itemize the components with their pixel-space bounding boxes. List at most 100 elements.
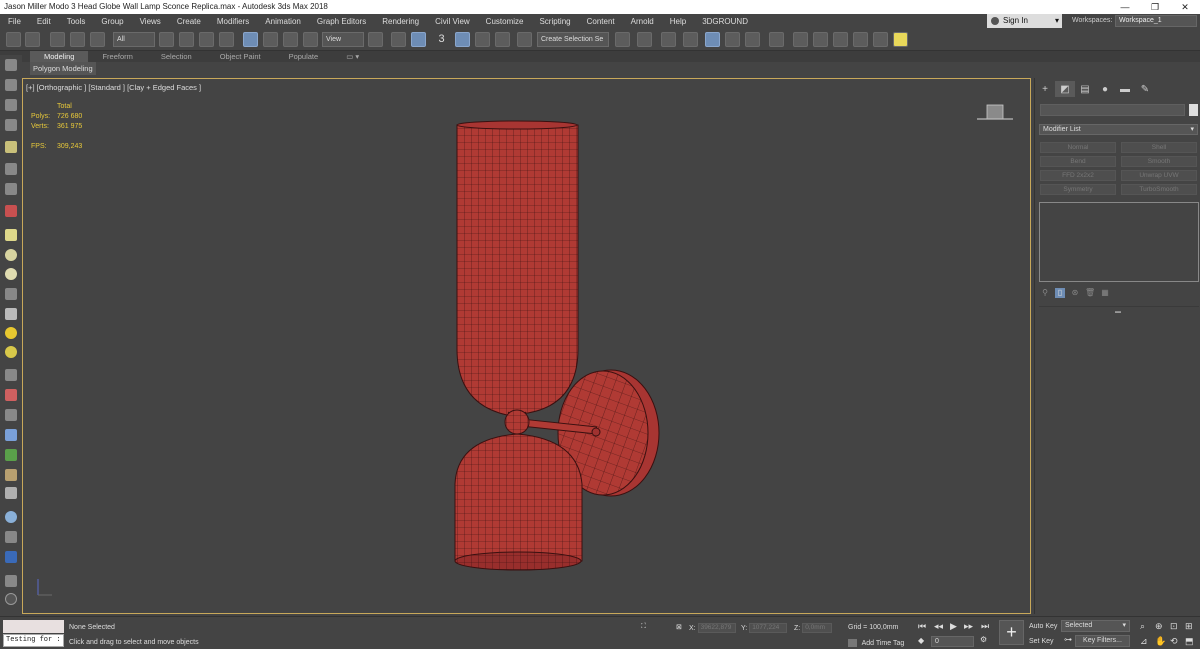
keyboard-shortcut-override-icon[interactable] [411, 32, 426, 47]
sun-icon[interactable] [5, 327, 17, 339]
create-tab-icon[interactable]: + [1035, 81, 1055, 97]
people-icon[interactable] [5, 205, 17, 217]
menu-views[interactable]: Views [132, 17, 169, 26]
key-mode-icon[interactable]: ◆ [918, 636, 924, 645]
motion-tab-icon[interactable]: ● [1095, 81, 1115, 97]
spacewarp-icon[interactable] [5, 409, 17, 421]
align-icon[interactable] [637, 32, 652, 47]
cone-icon[interactable] [5, 308, 17, 320]
menu-file[interactable]: File [0, 17, 29, 26]
goto-end-icon[interactable]: ⏭ [981, 621, 989, 632]
x-coordinate-field[interactable]: 39622,879 [697, 623, 736, 633]
render-setup-icon[interactable] [793, 32, 808, 47]
list-icon[interactable] [5, 119, 17, 131]
scene-explorer-icon[interactable] [5, 59, 17, 71]
material-sphere-icon[interactable] [5, 511, 17, 523]
menu-tools[interactable]: Tools [59, 17, 94, 26]
key-filter-toggle-icon[interactable]: ⊶ [1064, 635, 1072, 644]
menu-3dground[interactable]: 3DGROUND [694, 17, 756, 26]
isolate-selection-icon[interactable]: ⛶ [641, 623, 646, 631]
angle-snap-icon[interactable] [455, 32, 470, 47]
modifier-list-dropdown[interactable]: Modifier List ▾ [1039, 124, 1198, 135]
modifier-button-normal[interactable]: Normal [1040, 142, 1116, 153]
selection-filter-dropdown[interactable]: All [113, 32, 155, 47]
menu-modifiers[interactable]: Modifiers [209, 17, 257, 26]
modifier-button-ffd-2x2x2[interactable]: FFD 2x2x2 [1040, 170, 1116, 181]
show-end-result-icon[interactable]: ▯ [1055, 288, 1065, 298]
rendered-frame-window-icon[interactable] [813, 32, 828, 47]
auto-key-button[interactable]: Auto Key [1029, 623, 1057, 630]
hierarchy-tab-icon[interactable]: ▤ [1075, 81, 1095, 97]
select-manipulate-icon[interactable] [391, 32, 406, 47]
a360-gallery-icon[interactable] [893, 32, 908, 47]
polygon-modeling-label[interactable]: Polygon Modeling [30, 62, 96, 75]
zoom-all-icon[interactable]: ⊕ [1155, 621, 1163, 632]
next-frame-icon[interactable]: ▸▸ [964, 621, 973, 632]
play-icon[interactable]: ▶ [950, 621, 957, 632]
max-logo-icon[interactable] [5, 551, 17, 563]
select-and-rotate-icon[interactable] [263, 32, 278, 47]
modify-tab-icon[interactable]: ◩ [1055, 81, 1075, 97]
menu-scripting[interactable]: Scripting [531, 17, 578, 26]
selection-lock-icon[interactable]: ⊠ [676, 623, 682, 631]
set-key-button[interactable]: Set Key [1029, 638, 1054, 645]
rectangular-selection-icon[interactable] [199, 32, 214, 47]
modifier-button-turbosmooth[interactable]: TurboSmooth [1121, 184, 1197, 195]
panel-grip[interactable]: ▬ [1115, 309, 1121, 315]
ribbon-tab-selection[interactable]: Selection [147, 51, 206, 62]
hair-icon[interactable] [5, 469, 17, 481]
help-icon[interactable] [5, 593, 17, 605]
percent-snap-icon[interactable] [475, 32, 490, 47]
maxscript-listener-output[interactable] [3, 620, 64, 633]
plant-icon[interactable] [5, 449, 17, 461]
settings-icon[interactable] [5, 575, 17, 587]
make-unique-icon[interactable]: ⊛ [1070, 288, 1080, 298]
modifier-stack[interactable] [1039, 202, 1199, 282]
menu-arnold[interactable]: Arnold [623, 17, 662, 26]
zoom-icon[interactable]: ⌕ [1140, 621, 1145, 632]
dolly-icon[interactable] [5, 163, 17, 175]
modifier-button-smooth[interactable]: Smooth [1121, 156, 1197, 167]
joint-ball[interactable] [504, 409, 530, 435]
edit-named-selection-icon[interactable] [517, 32, 532, 47]
object-name-field[interactable] [1040, 104, 1185, 116]
modifier-button-shell[interactable]: Shell [1121, 142, 1197, 153]
render-iterative-icon[interactable] [853, 32, 868, 47]
selection-set-dropdown[interactable]: Selected ▾ [1061, 620, 1130, 632]
time-configuration-icon[interactable]: ⚙ [980, 635, 987, 644]
layer-explorer-icon[interactable] [661, 32, 676, 47]
render-production-icon[interactable] [833, 32, 848, 47]
configure-modifier-sets-icon[interactable]: ▦ [1100, 288, 1110, 298]
select-and-scale-icon[interactable] [283, 32, 298, 47]
lower-shade[interactable] [454, 433, 583, 571]
bind-spacewarp-icon[interactable] [90, 32, 105, 47]
named-selection-dropdown[interactable]: Create Selection Se [537, 32, 609, 47]
select-and-move-icon[interactable] [243, 32, 258, 47]
wire-icon[interactable] [5, 487, 17, 499]
grid-icon[interactable] [5, 369, 17, 381]
z-coordinate-field[interactable]: 0,0mm [802, 623, 833, 633]
helper-icon[interactable] [5, 389, 17, 401]
pin-stack-icon[interactable]: ⚲ [1040, 288, 1050, 298]
menu-content[interactable]: Content [579, 17, 623, 26]
zoom-extents-all-icon[interactable]: ⊞ [1185, 621, 1193, 632]
y-coordinate-field[interactable]: 1077,224 [749, 623, 788, 633]
minimize-button[interactable]: — [1110, 0, 1140, 14]
curve-editor-icon[interactable] [725, 32, 740, 47]
field-of-view-icon[interactable]: ⊿ [1140, 636, 1148, 647]
unlink-icon[interactable] [70, 32, 85, 47]
close-button[interactable]: ✕ [1170, 0, 1200, 14]
sphere-icon[interactable] [5, 268, 17, 280]
mirror-icon[interactable] [615, 32, 630, 47]
sign-in-button[interactable]: Sign In ▾ [987, 14, 1062, 28]
pivot-center-icon[interactable] [368, 32, 383, 47]
snaps-toggle-icon[interactable]: 3 [434, 32, 449, 47]
select-and-place-icon[interactable] [303, 32, 318, 47]
modifier-button-unwrap-uvw[interactable]: Unwrap UVW [1121, 170, 1197, 181]
scene-explorer-icon[interactable] [705, 32, 720, 47]
window-crossing-icon[interactable] [219, 32, 234, 47]
key-filters-button[interactable]: Key Filters... [1075, 635, 1130, 647]
cylinder-icon[interactable] [5, 288, 17, 300]
utilities-tab-icon[interactable]: ✎ [1135, 81, 1155, 97]
ribbon-options-icon[interactable]: ▭ ▾ [332, 51, 373, 62]
